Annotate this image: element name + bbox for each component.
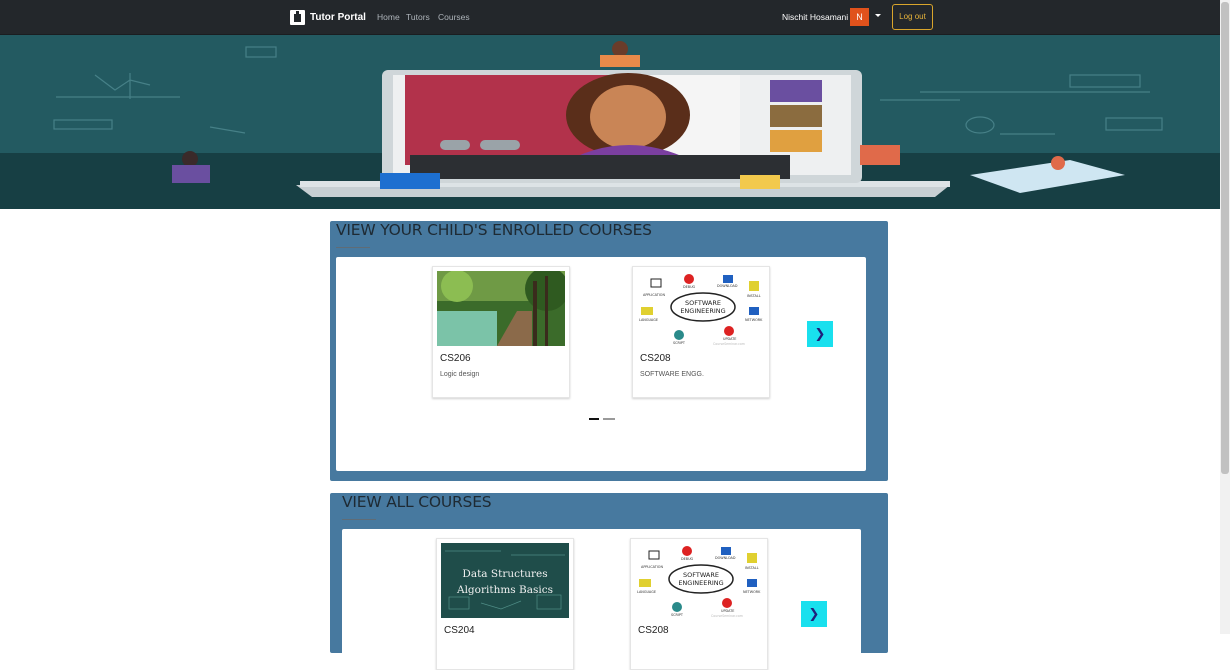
image-title-line-1: Data Structures <box>462 568 547 580</box>
nav-home-link[interactable]: Home <box>377 12 400 22</box>
course-description: SOFTWARE ENGG. <box>640 371 704 378</box>
title-underline <box>336 247 370 248</box>
image-title-line-2: Algorithms Basics <box>456 584 553 596</box>
graphic-label: APPLICATION <box>641 565 663 569</box>
graphic-label: INSTALL <box>747 294 761 298</box>
carousel-panel: Data Structures Algorithms Basics CS204 … <box>342 529 861 670</box>
course-card[interactable]: SOFTWARE ENGINEERING APPLICATION DEBUG D… <box>630 538 768 670</box>
section-title: VIEW YOUR CHILD'S ENROLLED COURSES <box>336 221 652 239</box>
course-code: CS204 <box>444 625 475 636</box>
course-card[interactable]: SOFTWARE ENGINEERING APPLICATION DEBUG D… <box>632 266 770 398</box>
graphic-label: UPDATE <box>721 609 734 613</box>
course-code: CS206 <box>440 353 471 364</box>
graphic-label: INSTALL <box>745 566 759 570</box>
course-card[interactable]: CS206 Logic design <box>432 266 570 398</box>
section-title: VIEW ALL COURSES <box>342 493 492 511</box>
graphic-label: DEBUG <box>683 285 696 289</box>
graphic-label: APPLICATION <box>643 293 665 297</box>
software-engineering-image: SOFTWARE ENGINEERING APPLICATION DEBUG D… <box>637 271 765 346</box>
course-code: CS208 <box>640 353 671 364</box>
graphic-label: SCRIPT <box>671 613 684 617</box>
graphic-label: UPDATE <box>723 337 736 341</box>
user-name: Nischit Hosamani <box>782 12 849 22</box>
graphic-title-line-1: SOFTWARE <box>685 299 721 307</box>
course-card[interactable]: Data Structures Algorithms Basics CS204 <box>436 538 574 670</box>
nav-courses-link[interactable]: Courses <box>438 12 470 22</box>
course-image <box>437 271 565 346</box>
graphic-title-line-1: SOFTWARE <box>683 571 719 579</box>
title-underline <box>342 519 376 520</box>
carousel-panel: CS206 Logic design SOFTWARE ENGINEERING <box>336 257 866 471</box>
graphic-label: DEBUG <box>681 557 694 561</box>
enrolled-courses-section: VIEW YOUR CHILD'S ENROLLED COURSES CS206… <box>330 221 888 481</box>
software-engineering-image: SOFTWARE ENGINEERING APPLICATION DEBUG D… <box>635 543 763 618</box>
course-image: SOFTWARE ENGINEERING APPLICATION DEBUG D… <box>637 271 765 346</box>
hero-banner <box>0 35 1220 209</box>
graphic-label: LANGUAGE <box>637 590 656 594</box>
data-structures-image: Data Structures Algorithms Basics <box>441 543 569 618</box>
course-image: Data Structures Algorithms Basics <box>441 543 569 618</box>
course-description: Logic design <box>440 371 480 378</box>
brand-link[interactable]: Tutor Portal <box>290 9 366 25</box>
carousel-next-button[interactable]: ❯ <box>801 601 827 627</box>
brand-logo-icon <box>290 9 305 25</box>
course-image: SOFTWARE ENGINEERING APPLICATION DEBUG D… <box>635 543 763 618</box>
brand-name: Tutor Portal <box>310 11 366 23</box>
logout-button[interactable]: Log out <box>892 4 933 30</box>
graphic-label: LANGUAGE <box>639 318 658 322</box>
nav-tutors-link[interactable]: Tutors <box>406 12 430 22</box>
hero-illustration <box>0 35 1220 209</box>
graphic-title-line-2: ENGINEERING <box>680 307 725 315</box>
graphic-label: NETWORK <box>743 590 761 594</box>
graphic-watermark: CourseSeminar.com <box>713 342 745 346</box>
graphic-label: NETWORK <box>745 318 763 322</box>
graphic-watermark: CourseSeminar.com <box>711 614 743 618</box>
graphic-label: DOWNLOAD <box>715 556 736 560</box>
carousel-next-button[interactable]: ❯ <box>807 321 833 347</box>
course-code: CS208 <box>638 625 669 636</box>
avatar[interactable]: N <box>850 8 869 26</box>
all-courses-section: VIEW ALL COURSES Data Structures Algorit… <box>330 493 888 670</box>
chevron-down-icon[interactable] <box>875 14 881 17</box>
carousel-indicator-active[interactable] <box>589 418 599 420</box>
graphic-label: SCRIPT <box>673 341 686 345</box>
page-scrollbar-thumb[interactable] <box>1221 2 1229 474</box>
graphic-label: DOWNLOAD <box>717 284 738 288</box>
carousel-indicator[interactable] <box>603 418 615 420</box>
top-navbar: Tutor Portal Home Tutors Courses Nischit… <box>0 0 1220 35</box>
forest-boardwalk-image <box>437 271 565 346</box>
graphic-title-line-2: ENGINEERING <box>678 579 723 587</box>
